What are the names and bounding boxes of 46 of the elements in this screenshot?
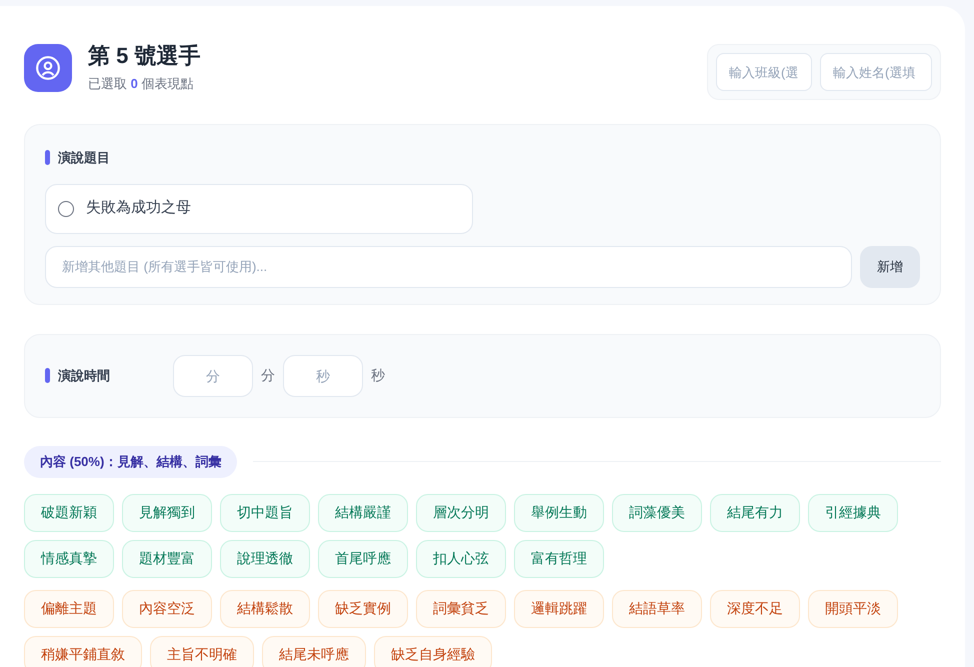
minutes-unit: 分 xyxy=(261,366,275,385)
section-title: 演說時間 xyxy=(58,366,110,385)
tag-button[interactable]: 結語草率 xyxy=(612,590,702,628)
tag-button[interactable]: 結構鬆散 xyxy=(220,590,310,628)
tag-button[interactable]: 邏輯跳躍 xyxy=(514,590,604,628)
class-input-field[interactable]: 輸入班級(選 xyxy=(716,53,812,91)
tag-button[interactable]: 首尾呼應 xyxy=(318,540,408,578)
tag-button[interactable]: 詞藻優美 xyxy=(612,494,702,532)
section-title: 演說題目 xyxy=(58,149,110,167)
tag-button[interactable]: 引經據典 xyxy=(808,494,898,532)
topic-option[interactable]: 失敗為成功之母 xyxy=(45,184,473,234)
tag-button[interactable]: 題材豐富 xyxy=(122,540,212,578)
name-input-field[interactable]: 輸入姓名(選填 xyxy=(820,53,932,91)
tag-button[interactable]: 偏離主題 xyxy=(24,590,114,628)
tag-button[interactable]: 結構嚴謹 xyxy=(318,494,408,532)
accent-bar-icon xyxy=(45,150,50,166)
tag-button[interactable]: 主旨不明確 xyxy=(150,636,254,667)
minutes-field[interactable]: 分 xyxy=(173,354,253,396)
tag-button[interactable]: 破題新穎 xyxy=(24,494,114,532)
tag-button[interactable]: 層次分明 xyxy=(416,494,506,532)
seconds-unit: 秒 xyxy=(371,366,385,385)
tag-button[interactable]: 富有哲理 xyxy=(514,540,604,578)
category-label: 內容 (50%)：見解、結構、詞彙 xyxy=(24,446,238,478)
accent-bar-icon xyxy=(45,368,50,383)
tag-button[interactable]: 開頭平淡 xyxy=(808,590,898,628)
tag-button[interactable]: 缺乏自身經驗 xyxy=(374,636,492,667)
tag-button[interactable]: 扣人心弦 xyxy=(416,540,506,578)
tag-button[interactable]: 內容空泛 xyxy=(122,590,212,628)
tag-button[interactable]: 詞彙貧乏 xyxy=(416,590,506,628)
tag-button[interactable]: 缺乏實例 xyxy=(318,590,408,628)
tag-button[interactable]: 見解獨到 xyxy=(122,494,212,532)
add-button[interactable]: 新增 xyxy=(860,246,920,288)
tag-button[interactable]: 結尾有力 xyxy=(710,494,800,532)
tag-button[interactable]: 說理透徹 xyxy=(220,540,310,578)
new-topic-field[interactable]: 新增其他題目 (所有選手皆可使用)... xyxy=(45,246,852,288)
radio-icon xyxy=(58,200,74,216)
player-title: 第 5 號選手 xyxy=(88,42,200,70)
tag-button[interactable]: 情感真摯 xyxy=(24,540,114,578)
tag-button[interactable]: 稍嫌平鋪直敘 xyxy=(24,636,142,667)
user-circle-icon xyxy=(35,54,61,81)
seconds-field[interactable]: 秒 xyxy=(283,354,363,396)
tag-button[interactable]: 切中題旨 xyxy=(220,494,310,532)
selection-summary: 已選取 0 個表現點 xyxy=(88,75,194,93)
tag-button[interactable]: 深度不足 xyxy=(710,590,800,628)
tag-button[interactable]: 結尾未呼應 xyxy=(262,636,366,667)
tag-button[interactable]: 舉例生動 xyxy=(514,494,604,532)
